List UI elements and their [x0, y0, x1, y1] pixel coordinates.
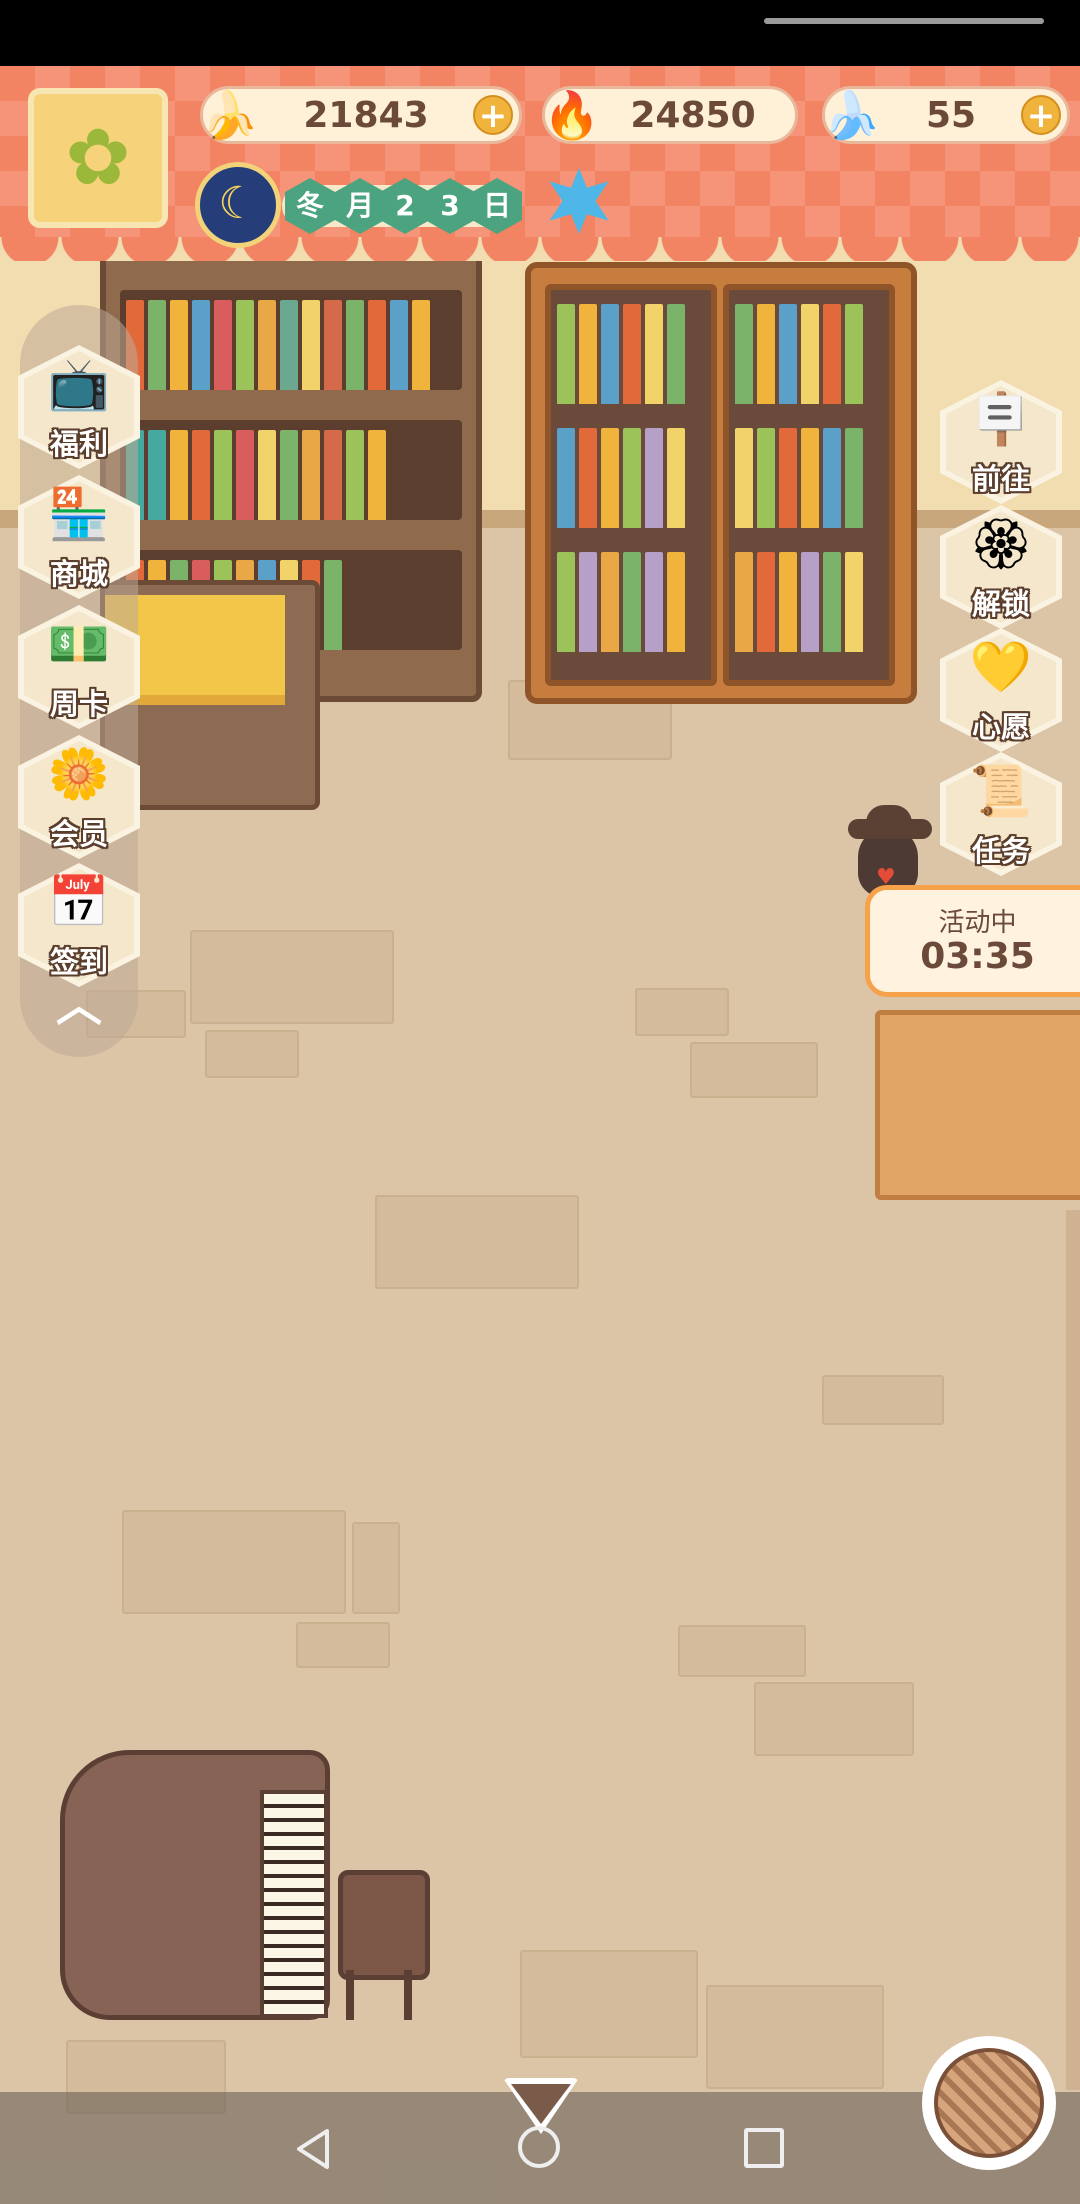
banner-scallop: [0, 237, 1080, 261]
shop-label: 商城: [49, 557, 108, 591]
signin-calendar-icon: 📅: [47, 873, 111, 931]
member-flower-icon: 🌼: [47, 745, 111, 803]
week-card-label: 周卡: [49, 687, 108, 721]
blue-banana-value: 55: [925, 95, 977, 136]
blue-banana-counter: 🍌 55 +: [822, 86, 1070, 144]
glass-bookcase[interactable]: [525, 262, 917, 704]
rainbow-flame-icon: 🔥: [543, 87, 601, 142]
player-avatar[interactable]: ✿: [28, 88, 168, 228]
floor-tile: [205, 1030, 299, 1078]
task-label: 任务: [971, 834, 1030, 868]
welfare-button[interactable]: 📺 福利: [18, 345, 140, 469]
member-label: 会员: [49, 817, 108, 851]
event-status: 活动中: [938, 908, 1017, 938]
floor-tile: [822, 1375, 944, 1425]
shop-icon: 🏪: [47, 485, 111, 543]
banana-value: 21843: [303, 95, 429, 136]
wish-label: 心愿: [971, 710, 1030, 744]
shop-button[interactable]: 🏪 商城: [18, 475, 140, 599]
unlock-button[interactable]: 🏵 解锁: [940, 505, 1062, 629]
floor-tile: [520, 1950, 698, 2058]
wooden-panel: [875, 1010, 1080, 1200]
add-banana-button[interactable]: +: [473, 95, 513, 135]
tv-play-icon: 📺: [47, 355, 111, 413]
floor-tile: [122, 1510, 346, 1614]
floor-tile: [678, 1625, 806, 1677]
flame-counter: 🔥 24850: [542, 86, 798, 144]
banana-counter: 🍌 21843 +: [200, 86, 522, 144]
welfare-label: 福利: [49, 427, 108, 461]
wish-heart-book-icon: 💛: [969, 638, 1033, 696]
stool-seat: [338, 1870, 430, 1980]
status-indicator: [764, 18, 1044, 24]
signin-label: 签到: [49, 945, 108, 979]
clover-icon: ✿: [65, 113, 131, 203]
status-bar: [0, 0, 1080, 66]
go-to-label: 前往: [971, 462, 1030, 496]
event-timer[interactable]: 活动中 03:35: [865, 885, 1080, 997]
recent-apps-icon[interactable]: [744, 2128, 784, 2168]
floor-tile: [375, 1195, 579, 1289]
floor-tile: [706, 1985, 884, 2089]
task-scroll-icon: 📜: [969, 762, 1033, 820]
floor-tile: [296, 1622, 390, 1668]
home-icon[interactable]: [518, 2126, 560, 2168]
grand-piano[interactable]: [60, 1750, 330, 2080]
floor-tile: [352, 1522, 400, 1614]
add-blue-banana-button[interactable]: +: [1021, 95, 1061, 135]
moon-clock-icon[interactable]: ☾: [195, 162, 281, 248]
member-button[interactable]: 🌼 会员: [18, 735, 140, 859]
stool-legs: [346, 1970, 412, 2020]
task-button[interactable]: 📜 任务: [940, 752, 1062, 876]
cat-hat-top: [866, 805, 912, 829]
unlock-label: 解锁: [971, 587, 1030, 621]
week-card-icon: 💵: [47, 615, 111, 673]
signboard-icon: 🪧: [969, 390, 1033, 448]
collapse-menu-chevron-icon[interactable]: ︿: [56, 982, 102, 1028]
event-countdown: 03:35: [920, 936, 1035, 977]
floor-tile: [754, 1682, 914, 1756]
floor-tile: [635, 988, 729, 1036]
piano-stool[interactable]: [338, 1870, 430, 2030]
week-card-button[interactable]: 💵 周卡: [18, 605, 140, 729]
piano-keys: [260, 1790, 328, 2018]
yarn-ball-icon: [934, 2048, 1044, 2158]
signin-button[interactable]: 📅 签到: [18, 863, 140, 987]
unlock-flower-icon: 🏵: [969, 515, 1033, 573]
wish-button[interactable]: 💛 心愿: [940, 628, 1062, 752]
wall-edge: [1066, 1210, 1080, 2090]
back-icon[interactable]: [295, 2128, 331, 2170]
blue-banana-icon: 🍌: [823, 87, 881, 142]
flame-value: 24850: [630, 95, 756, 136]
floor-tile: [190, 930, 394, 1024]
banana-icon: 🍌: [201, 87, 259, 142]
go-to-button[interactable]: 🪧 前往: [940, 380, 1062, 504]
floor-tile: [690, 1042, 818, 1098]
